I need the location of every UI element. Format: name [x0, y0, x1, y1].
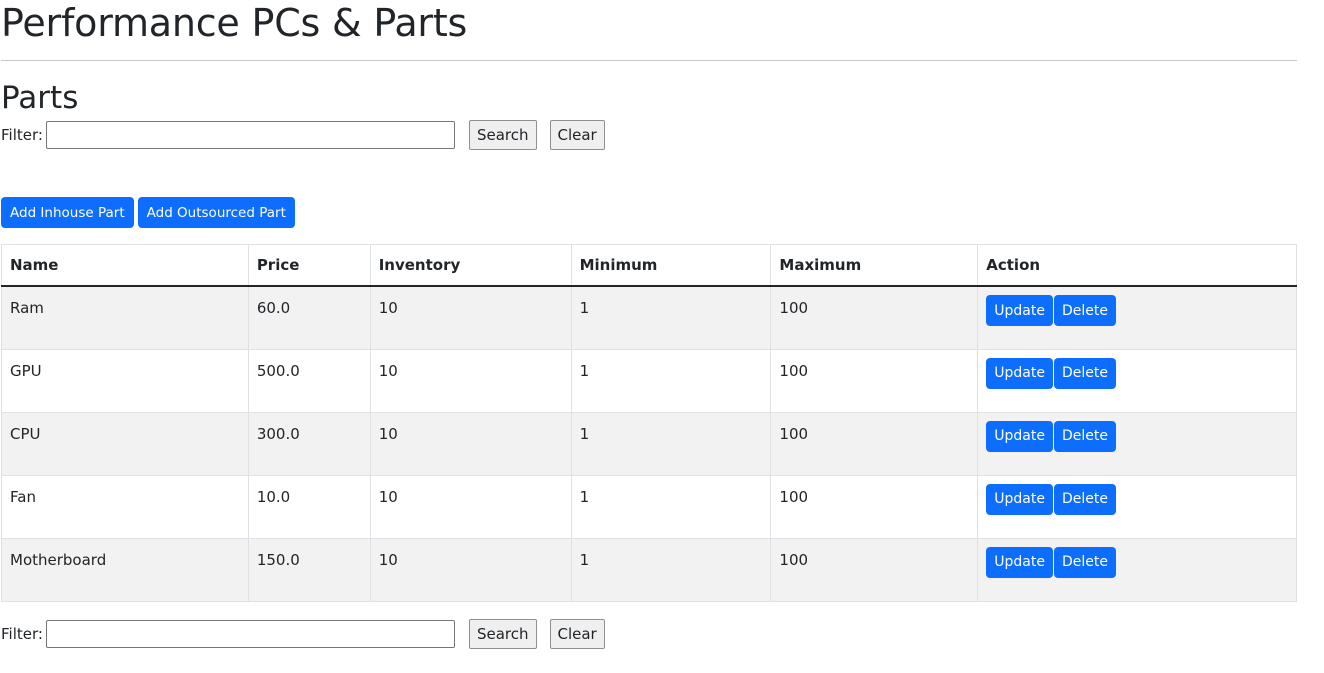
delete-button[interactable]: Delete	[1053, 483, 1116, 515]
cell-minimum: 1	[570, 285, 772, 350]
column-header-action: Action	[977, 244, 1297, 287]
cell-maximum: 100	[770, 285, 979, 350]
cell-price: 150.0	[247, 537, 371, 602]
cell-maximum: 100	[770, 348, 979, 413]
column-header-minimum: Minimum	[570, 244, 772, 287]
cell-maximum: 100	[770, 411, 979, 476]
cell-name: Motherboard	[1, 537, 249, 602]
cell-action: Update Delete	[977, 348, 1297, 413]
cell-action: Update Delete	[977, 411, 1297, 476]
update-button[interactable]: Update	[986, 357, 1053, 389]
filter-label: Filter:	[1, 126, 43, 144]
cell-action: Update Delete	[977, 537, 1297, 602]
cell-inventory: 10	[369, 537, 572, 602]
filter-input[interactable]	[45, 121, 455, 149]
filter-form-top: Filter: Search Clear	[1, 118, 1298, 152]
cell-inventory: 10	[369, 348, 572, 413]
cell-action: Update Delete	[977, 285, 1297, 350]
table-row: GPU 500.0 10 1 100 Update Delete	[1, 348, 1297, 413]
page: Performance PCs & Parts Parts Filter: Se…	[0, 0, 1298, 651]
cell-name: Ram	[1, 285, 249, 350]
clear-button[interactable]: Clear	[549, 618, 605, 649]
cell-minimum: 1	[570, 474, 772, 539]
header-divider	[1, 60, 1297, 61]
cell-name: Fan	[1, 474, 249, 539]
cell-price: 500.0	[247, 348, 371, 413]
cell-minimum: 1	[570, 537, 772, 602]
cell-inventory: 10	[369, 285, 572, 350]
delete-button[interactable]: Delete	[1053, 546, 1116, 578]
update-button[interactable]: Update	[986, 546, 1053, 578]
filter-form-bottom: Filter: Search Clear	[1, 617, 1298, 651]
cell-minimum: 1	[570, 411, 772, 476]
add-part-actions: Add Inhouse Part Add Outsourced Part	[1, 197, 1298, 228]
cell-maximum: 100	[770, 474, 979, 539]
cell-price: 300.0	[247, 411, 371, 476]
filter-input[interactable]	[45, 619, 455, 648]
delete-button[interactable]: Delete	[1053, 357, 1116, 389]
table-row: Fan 10.0 10 1 100 Update Delete	[1, 474, 1297, 539]
cell-inventory: 10	[369, 474, 572, 539]
cell-maximum: 100	[770, 537, 979, 602]
add-outsourced-part-button[interactable]: Add Outsourced Part	[137, 197, 295, 228]
table-header-row: Name Price Inventory Minimum Maximum Act…	[1, 244, 1297, 287]
delete-button[interactable]: Delete	[1053, 420, 1116, 452]
cell-name: CPU	[1, 411, 249, 476]
parts-table: Name Price Inventory Minimum Maximum Act…	[1, 244, 1297, 602]
column-header-inventory: Inventory	[369, 244, 572, 287]
table-row: Motherboard 150.0 10 1 100 Update Delete	[1, 537, 1297, 602]
column-header-name: Name	[1, 244, 249, 287]
update-button[interactable]: Update	[986, 483, 1053, 515]
section-title: Parts	[1, 80, 79, 116]
table-row: Ram 60.0 10 1 100 Update Delete	[1, 285, 1297, 350]
delete-button[interactable]: Delete	[1053, 295, 1116, 326]
clear-button[interactable]: Clear	[549, 120, 605, 150]
search-button[interactable]: Search	[468, 120, 537, 150]
update-button[interactable]: Update	[986, 420, 1053, 452]
table-row: CPU 300.0 10 1 100 Update Delete	[1, 411, 1297, 476]
filter-label: Filter:	[1, 624, 43, 643]
cell-price: 10.0	[247, 474, 371, 539]
search-button[interactable]: Search	[468, 618, 537, 649]
page-title: Performance PCs & Parts	[1, 1, 468, 45]
update-button[interactable]: Update	[986, 295, 1053, 326]
cell-minimum: 1	[570, 348, 772, 413]
cell-inventory: 10	[369, 411, 572, 476]
cell-action: Update Delete	[977, 474, 1297, 539]
column-header-maximum: Maximum	[770, 244, 979, 287]
column-header-price: Price	[247, 244, 371, 287]
cell-name: GPU	[1, 348, 249, 413]
cell-price: 60.0	[247, 285, 371, 350]
add-inhouse-part-button[interactable]: Add Inhouse Part	[1, 197, 134, 228]
